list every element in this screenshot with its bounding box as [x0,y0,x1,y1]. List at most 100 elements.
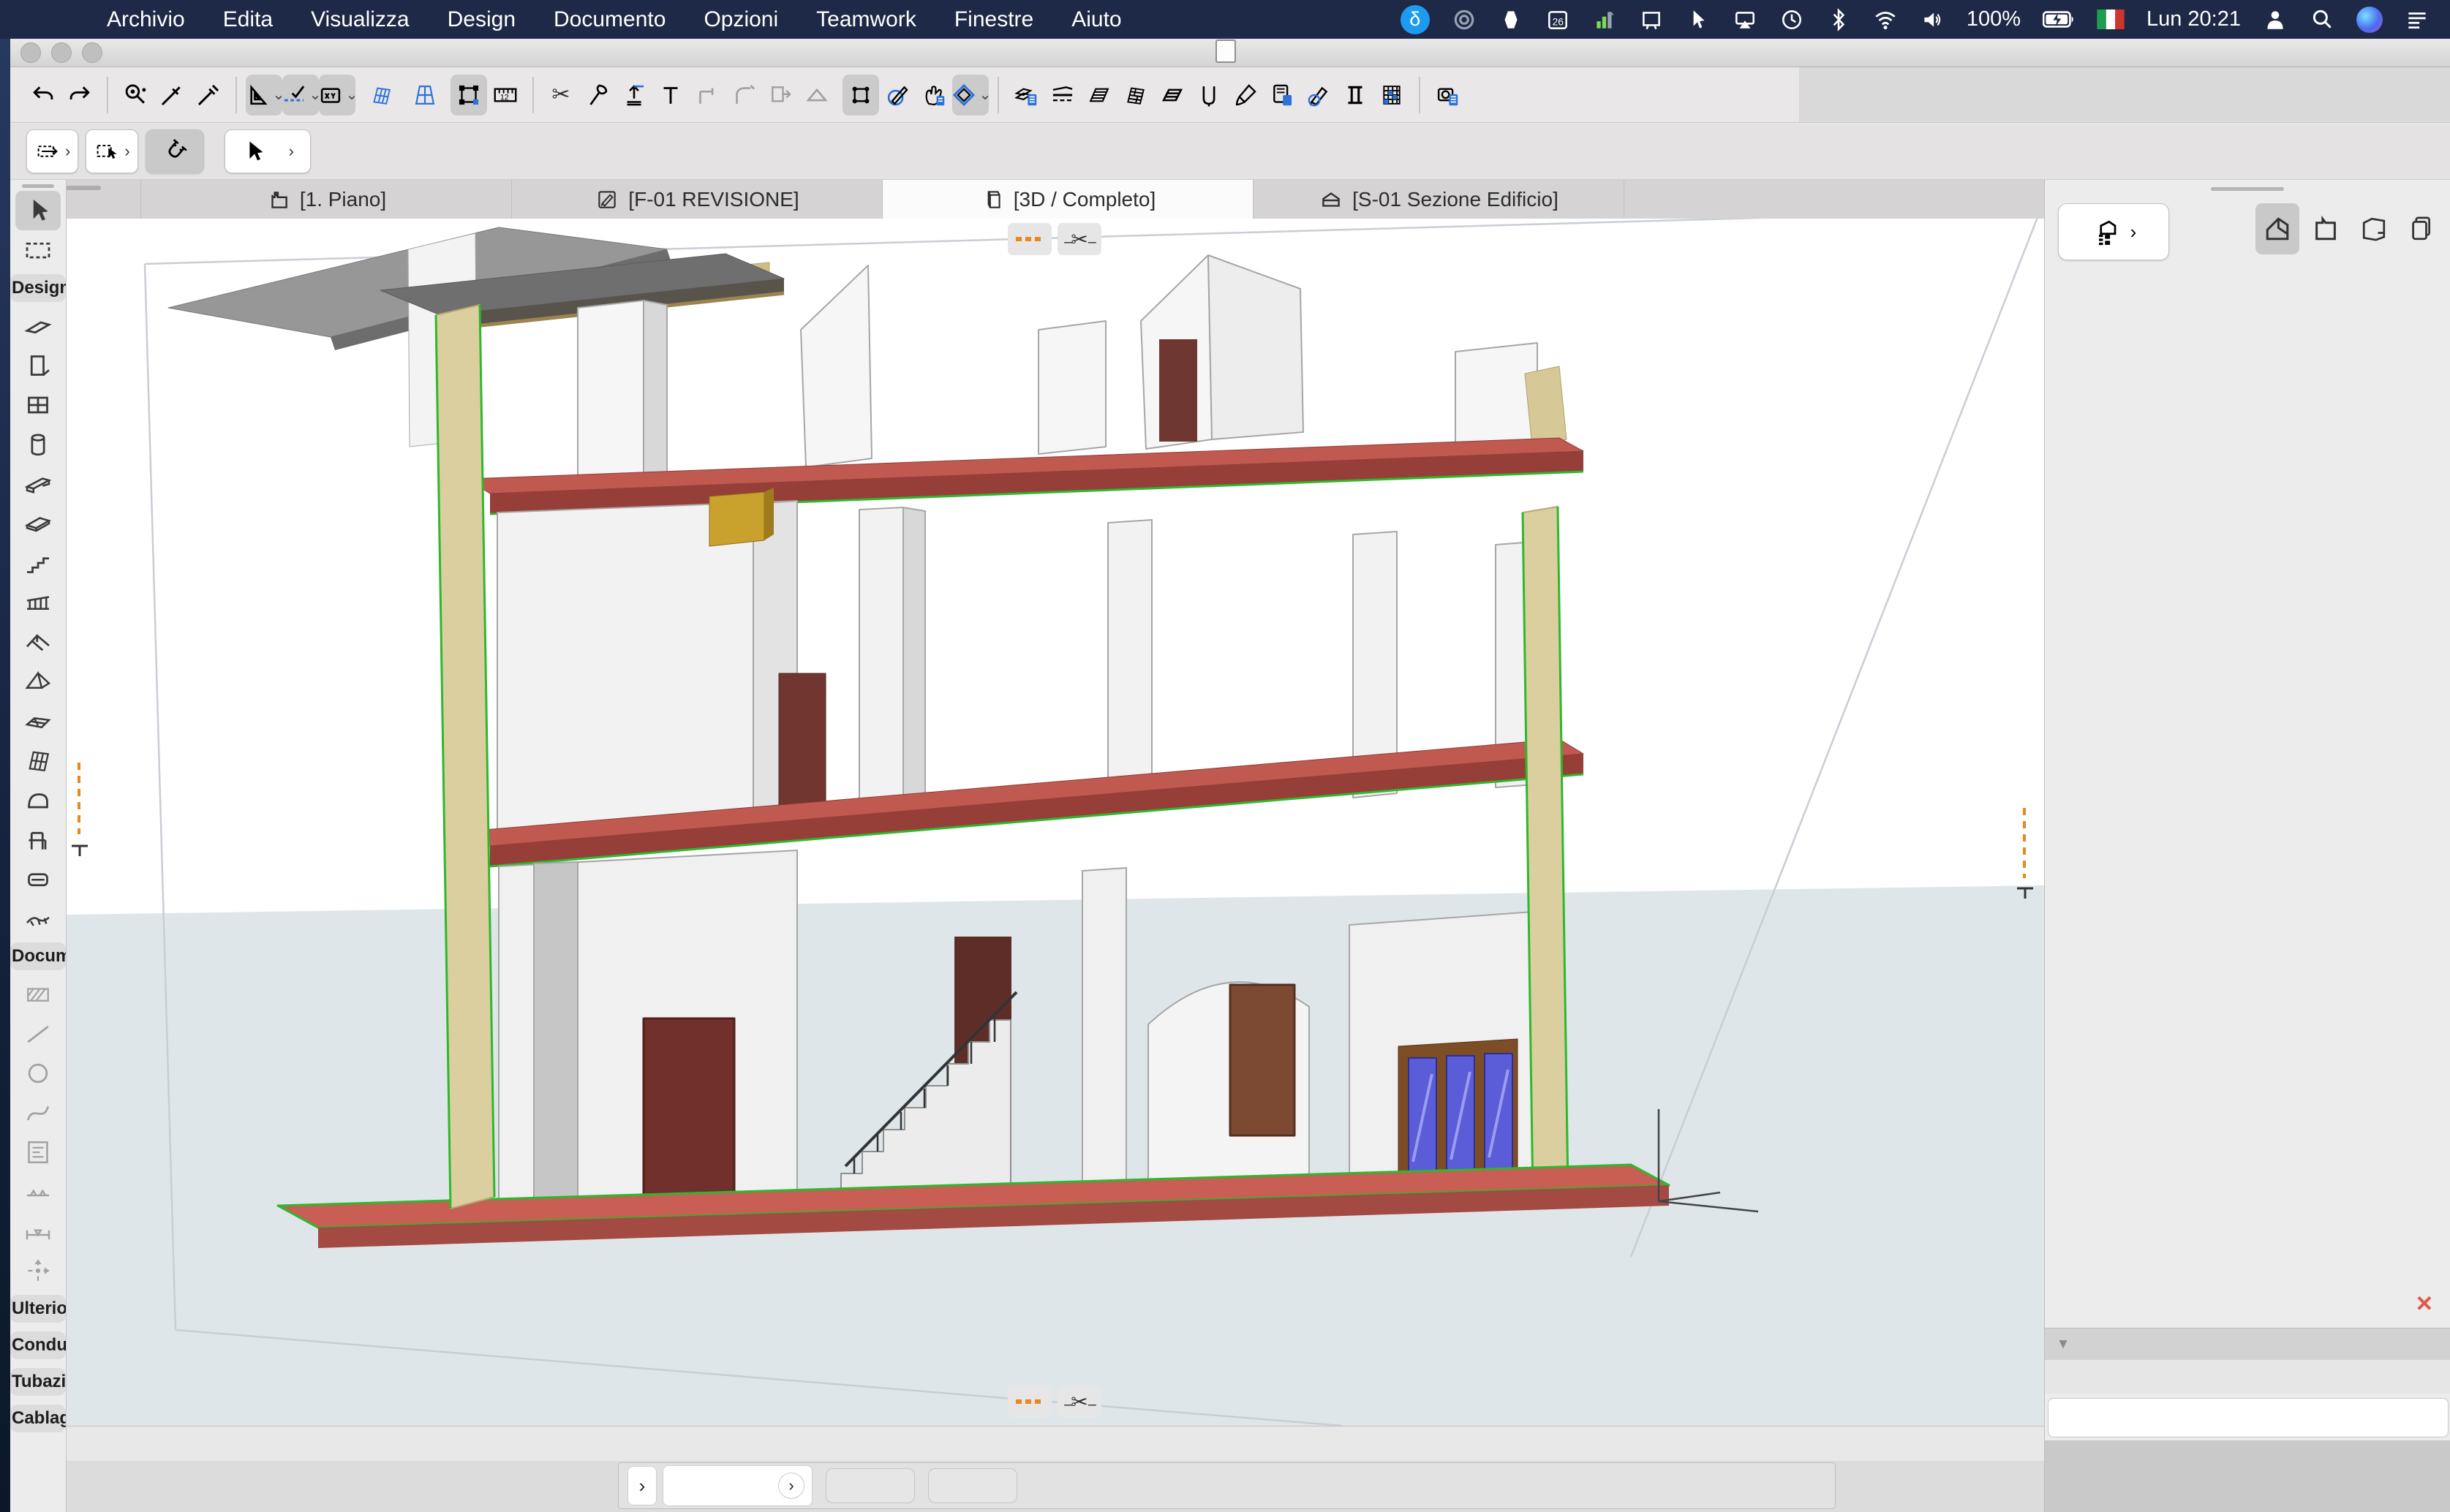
menu-documento[interactable]: Documento [535,0,685,39]
circle-tool[interactable] [15,1054,61,1093]
bluetooth-icon[interactable] [1826,4,1851,36]
cutplane-dashes-button[interactable] [1008,1386,1052,1418]
object-tool[interactable] [15,820,61,859]
diamond-button[interactable]: ⌄ [952,74,991,116]
editsel-button[interactable] [451,74,487,116]
roof-tool[interactable] [15,622,61,662]
selection-button[interactable]: › [86,129,138,173]
stair-tool[interactable] [15,543,61,583]
stats-menu-icon[interactable] [1592,4,1617,36]
drawing-tool[interactable] [15,1133,61,1172]
battery-icon[interactable] [2042,4,2075,36]
cutplane-scissors-button[interactable]: –✂– [1058,1386,1101,1418]
terrain-mesh-tool[interactable] [15,899,61,938]
penedit-button[interactable] [1300,75,1337,116]
cursor-icon[interactable] [1686,4,1711,36]
3d-viewport[interactable]: –✂– –✂– [66,219,2044,1426]
door-tool[interactable] [15,346,61,385]
menu-archivio[interactable]: Archivio [88,0,204,39]
wifi-icon[interactable] [1873,4,1898,36]
line-tool[interactable] [15,1014,61,1054]
siri-icon[interactable] [2356,4,2383,36]
toolbox-section-cablagg[interactable]: Cablagg [10,1405,66,1432]
bmat-button[interactable] [1373,75,1410,116]
split-button[interactable]: ✂ [543,75,579,116]
view-map-mode-button[interactable] [2304,203,2348,254]
project-chooser-button[interactable]: › [2058,203,2169,260]
snap-field-chevron[interactable]: › [778,1473,804,1499]
window-tool[interactable] [15,385,61,425]
menu-finestre[interactable]: Finestre [935,0,1052,39]
tab--1-piano-[interactable]: [1. Piano] [141,180,512,219]
axe-button[interactable] [579,75,616,116]
menubar-clock-label[interactable]: Lun 20:21 [2146,4,2241,36]
marquee-tool[interactable] [15,230,61,270]
tbar-button[interactable] [652,75,689,116]
slab-tool[interactable] [15,504,61,543]
tab--f-01-revisione-[interactable]: [F-01 REVISIONE] [512,180,883,219]
publisher-mode-button[interactable] [2400,203,2444,254]
curtain-wall-tool[interactable] [15,741,61,780]
marquee-stretch-button[interactable]: › [26,129,79,173]
menu-archicad[interactable] [50,0,88,39]
filletg-button[interactable] [725,75,762,116]
profic-button[interactable] [1154,75,1191,116]
layersic-button[interactable] [1008,75,1044,116]
wall-tool[interactable] [15,306,61,346]
level-dimension-tool[interactable] [15,1172,61,1212]
menu-visualizza[interactable]: Visualizza [292,0,429,39]
fast-user-switch-icon[interactable] [2263,4,2288,36]
pickup-button[interactable] [154,75,190,116]
tree-item[interactable] [2045,278,2450,309]
brushic-button[interactable] [1227,75,1264,116]
navigator-grip[interactable] [2211,187,2284,191]
fillsic-button[interactable] [1081,75,1117,116]
morph-tool[interactable] [15,780,61,820]
findsel-button[interactable] [117,75,154,116]
settings-button[interactable] [2048,1398,2449,1437]
layout-book-mode-button[interactable] [2352,203,2396,254]
handlist-button[interactable] [916,75,952,116]
compic-button[interactable] [1117,75,1154,116]
app-blob-icon[interactable] [1499,4,1523,36]
mesh-tool[interactable] [15,701,61,741]
setsq-button[interactable]: ⌄ [246,74,284,116]
toolbox-section-design[interactable]: Design [10,274,66,302]
properties-header[interactable]: ▼ [2045,1328,2450,1361]
gridrot-button[interactable] [363,75,399,116]
cutplane-scissors-button[interactable]: –✂– [1058,223,1101,255]
creative-cloud-icon[interactable] [1452,4,1477,36]
tab--s-01-sezione-edificio-[interactable]: [S-01 Sezione Edificio] [1254,180,1624,219]
undo-button[interactable] [25,75,61,116]
time-machine-icon[interactable] [1779,4,1804,36]
cameralist-button[interactable] [1429,75,1466,116]
cancel-button[interactable] [928,1468,1017,1503]
arrow-tool[interactable] [15,191,61,230]
spot-elevation-tool[interactable] [15,1251,61,1290]
magnet-button[interactable] [145,129,204,173]
redo-button[interactable] [61,75,98,116]
ibeam-button[interactable] [1337,75,1373,116]
menu-opzioni[interactable]: Opzioni [685,0,797,39]
guides-button[interactable]: ⌄ [282,74,321,116]
toolbox-grip[interactable] [22,184,54,188]
toolbox-section-ulteriori[interactable]: Ulteriori [10,1295,66,1323]
raise-button[interactable] [616,75,652,116]
project-map-mode-button[interactable] [2255,203,2299,254]
fill-tool[interactable] [15,975,61,1014]
cornerg-button[interactable] [689,75,725,116]
pencilc-button[interactable] [879,75,916,116]
tab--3d-completo-[interactable]: [3D / Completo] [883,180,1254,219]
spline-tool[interactable] [15,1093,61,1133]
toolbox-section-tubazio[interactable]: Tubazio [10,1368,66,1396]
airplay-icon[interactable] [1733,4,1757,36]
menu-aiuto[interactable]: Aiuto [1052,0,1140,39]
resizeg-button[interactable] [762,75,799,116]
special-snap-point-field[interactable]: › [663,1465,813,1506]
penu-button[interactable] [1191,75,1227,116]
beam-tool[interactable] [15,464,61,504]
delete-icon[interactable]: × [2416,1288,2432,1320]
toolbox-section-docume[interactable]: Docume [10,942,66,970]
toolbox-section-condutt[interactable]: Condutt [10,1331,66,1359]
tracker-button[interactable]: ⌄ [319,74,358,116]
